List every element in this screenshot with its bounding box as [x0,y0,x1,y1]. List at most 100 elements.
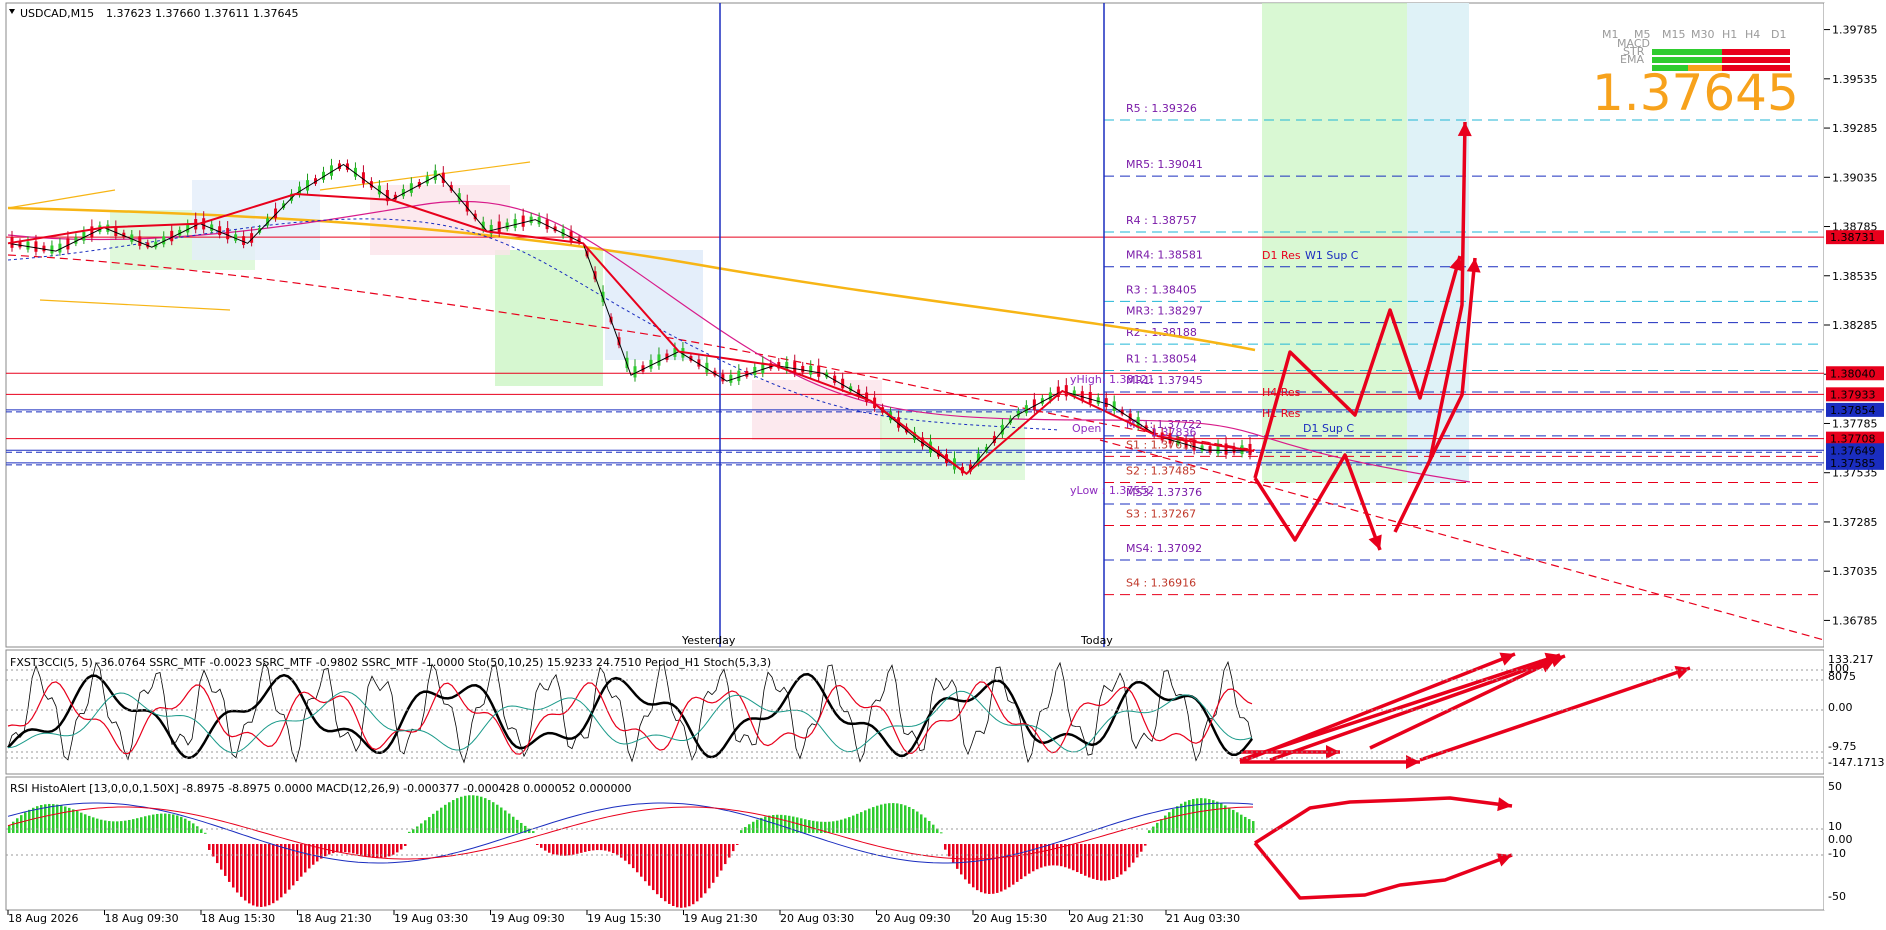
histogram-bar [1168,812,1171,833]
histogram-bar [704,844,707,894]
histogram-bar [636,844,639,873]
candle-body [729,374,733,383]
histogram-bar [680,844,683,908]
candle-body [202,218,206,230]
histogram-bar [540,844,543,848]
candle-body [497,221,501,233]
pivot-label: MS4: 1.37092 [1126,542,1202,555]
candle-body [50,245,54,254]
histogram-bar [208,844,211,850]
histogram-bar [260,844,263,907]
histogram-bar [492,802,495,833]
histogram-bar [220,844,223,870]
pivot-label: MR5: 1.39041 [1126,158,1203,171]
histogram-bar [624,844,627,861]
histogram-bar [468,795,471,833]
candle-body [433,170,437,181]
price-axis-label: 1.37285 [1832,516,1878,529]
yhigh-label: yHigh: 1.38121 [1070,373,1154,386]
histogram-bar [908,806,911,833]
histogram-bar [16,818,19,833]
ohlc-values: 1.37623 1.37660 1.37611 1.37645 [106,7,298,20]
histogram-bar [576,844,579,854]
price-axis-label: 1.39535 [1832,73,1878,86]
histogram-bar [688,844,691,907]
histogram-bar [248,844,251,904]
histogram-bar [728,844,731,858]
histogram-bar [924,817,927,833]
candle-body [34,241,38,252]
histogram-bar [472,795,475,833]
histogram-bar [200,829,203,833]
price-axis-label: 1.39785 [1832,24,1878,37]
histogram-bar [132,819,135,833]
histogram-bar [508,813,511,833]
histogram-bar [304,844,307,873]
histogram-bar [88,815,91,833]
indicator-panel-2[interactable] [5,776,1825,911]
histogram-bar [380,844,383,859]
histogram-bar [784,815,787,833]
histogram-bar [1096,844,1099,880]
candle-body [26,241,30,250]
candle-body [545,219,549,230]
histogram-bar [1128,844,1131,868]
histogram-bar [340,844,343,853]
histogram-bar [1068,844,1071,869]
candle-body [737,370,741,382]
histogram-bar [1140,844,1143,852]
histogram-bar [596,844,599,851]
main-chart-panel[interactable] [5,2,1825,648]
candle-body [1032,399,1036,410]
histogram-bar [228,844,231,882]
indicator1-label: FXST3CCI(5, 5) -36.0764 SSRC_MTF -0.0023… [10,656,771,669]
candle-body [753,366,757,375]
histogram-bar [1088,844,1091,878]
histogram-bar [1120,844,1123,875]
histogram-bar [240,844,243,897]
histogram-bar [668,844,671,904]
histogram-bar [752,821,755,833]
histogram-bar [844,818,847,833]
indicator2-axis-label: 50 [1828,780,1842,793]
candle-body [801,365,805,373]
histogram-bar [1156,822,1159,833]
histogram-bar [448,802,451,833]
histogram-bar [832,821,835,833]
histogram-bar [108,821,111,833]
chart-canvas[interactable]: R5 : 1.39326 MR5: 1.39041 R4 : 1.38757 MR4:… [0,0,1886,930]
histogram-bar [1084,844,1087,876]
indicator1-axis-label: 0.00 [1828,701,1853,714]
histogram-bar [708,844,711,889]
indicator2-axis-label: -50 [1828,890,1846,903]
histogram-bar [840,819,843,833]
histogram-bar [600,844,603,851]
histogram-bar [976,844,979,891]
histogram-bar [956,844,959,869]
histogram-bar [116,821,119,833]
tf-label: H4 [1745,28,1760,41]
pivot-label: MR4: 1.38581 [1126,249,1203,262]
histogram-bar [196,826,199,833]
candle-body [1088,392,1092,404]
histogram-bar [572,844,575,855]
histogram-bar [24,812,27,833]
price-axis-label: 1.39035 [1832,171,1878,184]
histogram-bar [1020,844,1023,880]
pivot-label: S3 : 1.37267 [1126,507,1196,520]
indicator2-axis-label: 10 [1828,820,1842,833]
histogram-bar [432,813,435,833]
ylow-label: yLow : 1.37552 [1070,484,1154,497]
candle-body [793,361,797,373]
blue-zone [1407,3,1469,483]
tf-label: D1 [1771,28,1786,41]
histogram-bar [1064,844,1067,868]
candle-body [505,222,509,229]
histogram-bar [644,844,647,882]
histogram-bar [452,800,455,833]
candle-body [633,366,637,378]
histogram-bar [724,844,727,865]
histogram-bar [1124,844,1127,872]
histogram-bar [324,844,327,857]
histogram-bar [484,798,487,833]
